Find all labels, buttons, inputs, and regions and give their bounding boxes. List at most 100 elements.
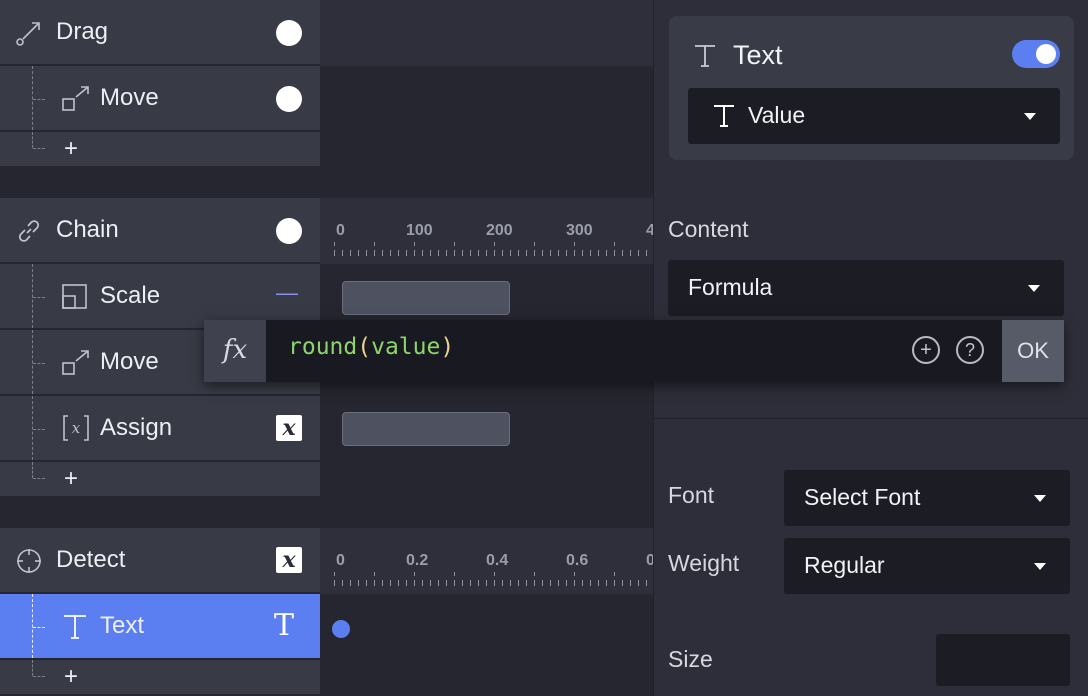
ruler-tick-label: 100 <box>406 222 433 239</box>
layer-row-drag-move[interactable]: Move <box>0 66 320 130</box>
ruler-tick-label: 0 <box>336 222 345 239</box>
text-badge: T <box>274 608 295 643</box>
layer-label: Assign <box>100 414 173 441</box>
ruler-tick-label: 0.4 <box>486 552 509 569</box>
content-label: Content <box>668 216 749 242</box>
tree-line <box>32 660 33 676</box>
layer-label: Detect <box>56 546 126 573</box>
formula-input[interactable]: round(value) <box>288 334 454 360</box>
ruler-minor-ticks <box>334 580 653 586</box>
section-divider <box>654 418 1088 419</box>
keyframe-dot[interactable] <box>332 620 350 638</box>
tree-line <box>32 462 33 478</box>
ruler-minor-ticks <box>334 250 653 256</box>
ruler-tick-label: 300 <box>566 222 593 239</box>
layer-toggle-dot[interactable] <box>276 20 302 46</box>
tree-branch <box>33 478 45 479</box>
timeline-bar-assign[interactable] <box>342 412 510 446</box>
ruler-tick-label: 0 <box>646 552 653 569</box>
variable-badge: x <box>276 415 302 441</box>
ok-button[interactable]: OK <box>1002 320 1064 382</box>
layer-row-drag[interactable]: Drag <box>0 0 320 64</box>
layer-label: Move <box>100 84 159 111</box>
tree-line <box>32 396 33 460</box>
text-icon <box>714 105 734 127</box>
chevron-down-icon <box>1034 495 1046 502</box>
move-icon <box>62 350 89 375</box>
size-input[interactable] <box>936 634 1070 686</box>
weight-dropdown[interactable]: Regular <box>784 538 1070 594</box>
variable-icon: x <box>63 415 89 441</box>
tree-branch <box>33 429 45 430</box>
link-icon <box>18 220 40 242</box>
text-icon <box>695 45 715 67</box>
tree-line <box>32 132 33 148</box>
ruler-tick-label: 0.2 <box>406 552 429 569</box>
text-source-dropdown[interactable]: Value <box>688 88 1060 144</box>
ruler-tick-label: 200 <box>486 222 513 239</box>
add-button[interactable]: + <box>64 660 78 694</box>
timeline-bar-scale[interactable] <box>342 281 510 315</box>
ruler-tick-label: 0.6 <box>566 552 589 569</box>
layer-label: Move <box>100 348 159 375</box>
layer-toggle-dot[interactable] <box>276 218 302 244</box>
layer-row-chain-assign[interactable]: x Assign x <box>0 396 320 460</box>
ruler-major-ticks <box>334 572 653 576</box>
layer-row-detect-text[interactable]: Text T <box>0 594 320 658</box>
formula-paren-close: ) <box>440 334 455 360</box>
tree-branch <box>33 148 45 149</box>
dropdown-value: Regular <box>804 552 885 578</box>
tree-line <box>32 330 33 394</box>
layer-label: Scale <box>100 282 161 309</box>
variable-badge: x <box>276 547 302 573</box>
font-label: Font <box>668 482 715 508</box>
formula-editor: fx round(value) + ? OK <box>204 320 1064 382</box>
add-button[interactable]: + <box>64 462 78 496</box>
ruler-tick-label: 4 <box>646 222 653 239</box>
tree-branch <box>33 676 45 677</box>
scale-icon <box>62 284 87 309</box>
add-button[interactable]: + <box>64 132 78 166</box>
scale-indicator: — <box>276 280 298 305</box>
text-enabled-toggle[interactable] <box>1012 40 1060 68</box>
formula-function: round <box>288 334 358 360</box>
chevron-down-icon <box>1034 563 1046 570</box>
content-dropdown[interactable]: Formula <box>668 260 1064 316</box>
plus-circle-icon[interactable]: + <box>912 336 940 364</box>
tree-line <box>32 594 33 658</box>
layer-toggle-dot[interactable] <box>276 86 302 112</box>
formula-argument: value <box>371 334 441 360</box>
text-icon <box>64 615 86 639</box>
add-behavior-row[interactable]: + <box>0 132 320 166</box>
layer-label: Chain <box>56 216 119 243</box>
dropdown-value: Select Font <box>804 484 921 510</box>
tree-branch <box>33 363 45 364</box>
timeline-header-drag <box>320 0 653 66</box>
layer-label: Drag <box>56 18 109 45</box>
move-icon <box>62 86 89 111</box>
layer-row-detect[interactable]: Detect x <box>0 528 320 592</box>
weight-label: Weight <box>668 550 740 576</box>
tree-branch <box>33 297 45 298</box>
question-circle-icon[interactable]: ? <box>956 336 984 364</box>
chevron-down-icon <box>1028 285 1040 292</box>
svg-text:x: x <box>72 419 81 437</box>
add-behavior-row[interactable]: + <box>0 660 320 694</box>
dropdown-value: Value <box>748 102 806 128</box>
layer-row-chain-scale[interactable]: Scale — <box>0 264 320 328</box>
timeline-ruler-detect: 0 0.2 0.4 0.6 0 <box>320 528 653 594</box>
dropdown-value: Formula <box>688 274 773 300</box>
add-behavior-row[interactable]: + <box>0 462 320 496</box>
layer-label: Text <box>100 612 145 639</box>
layer-row-chain[interactable]: Chain <box>0 198 320 262</box>
formula-paren-open: ( <box>357 334 372 360</box>
drag-icon <box>16 22 40 46</box>
tree-line <box>32 66 33 130</box>
card-title: Text <box>733 40 783 70</box>
size-label: Size <box>668 646 713 672</box>
tree-branch <box>33 99 45 100</box>
font-dropdown[interactable]: Select Font <box>784 470 1070 526</box>
crosshair-icon <box>17 549 41 573</box>
chevron-down-icon <box>1024 113 1036 120</box>
timeline-ruler-chain: 0 100 200 300 4 <box>320 198 653 264</box>
